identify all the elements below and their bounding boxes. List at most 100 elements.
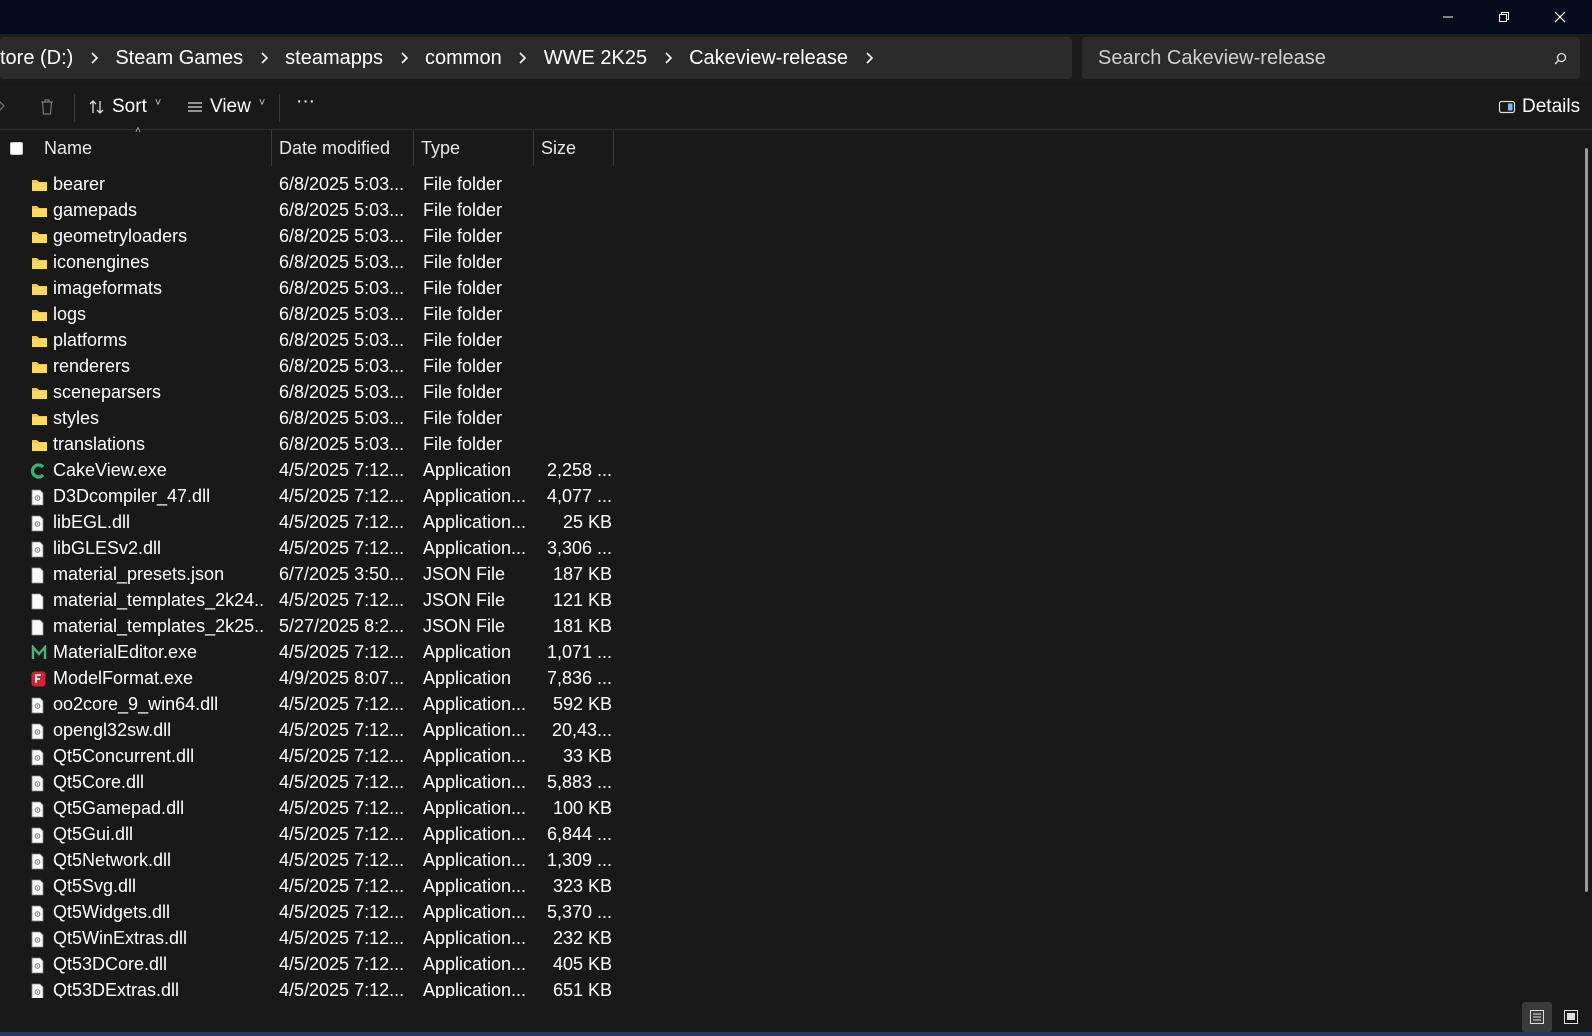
file-type: Application... (423, 772, 527, 792)
file-name: geometryloaders (53, 226, 188, 246)
file-date-modified: 4/5/2025 7:12... (279, 538, 405, 558)
file-size: 7,836 ... (546, 668, 612, 688)
more-options-button[interactable]: ··· (296, 87, 315, 117)
restore-button[interactable] (1476, 0, 1532, 34)
breadcrumb-item[interactable]: steamapps (279, 47, 389, 70)
file-row[interactable]: Qt5Widgets.dll 4/5/2025 7:12... Applicatio… (0, 900, 620, 926)
folder-icon (31, 279, 49, 299)
file-type: File folder (423, 252, 503, 272)
file-row[interactable]: D3Dcompiler_47.dll 4/5/2025 7:12... Applic… (0, 484, 620, 510)
file-name: material_templates_2k24... (53, 590, 263, 610)
file-row[interactable]: gamepads 6/8/2025 5:03... File folder (0, 198, 620, 224)
dll-file-icon (31, 981, 49, 998)
breadcrumb-item[interactable]: WWE 2K25 (538, 47, 653, 70)
file-name: oo2core_9_win64.dll (53, 694, 219, 714)
file-type: Application (423, 642, 512, 662)
file-row[interactable]: iconengines 6/8/2025 5:03... File folder (0, 250, 620, 276)
file-row[interactable]: ModelFormat.exe 4/9/2025 8:07... Applicati… (0, 666, 620, 692)
file-row[interactable]: libGLESv2.dll 4/5/2025 7:12... Application… (0, 536, 620, 562)
dll-file-icon (31, 539, 49, 559)
column-header-name[interactable]: Name (36, 130, 270, 166)
file-date-modified: 4/5/2025 7:12... (279, 980, 405, 998)
file-row[interactable]: libEGL.dll 4/5/2025 7:12... Application...… (0, 510, 620, 536)
chevron-right-icon[interactable] (249, 51, 279, 65)
file-row[interactable]: Qt5Svg.dll 4/5/2025 7:12... Application...… (0, 874, 620, 900)
chevron-right-icon[interactable] (854, 51, 884, 65)
file-row[interactable]: translations 6/8/2025 5:03... File folder (0, 432, 620, 458)
file-type: Application (423, 460, 512, 480)
file-type: File folder (423, 408, 503, 428)
more-icon: ··· (296, 91, 315, 112)
file-row[interactable]: Qt53DExtras.dll 4/5/2025 7:12... Applicati… (0, 978, 620, 998)
large-icons-view-button[interactable] (1556, 1002, 1586, 1032)
file-row[interactable]: Qt5Concurrent.dll 4/5/2025 7:12... Applica… (0, 744, 620, 770)
file-row[interactable]: Qt5Gamepad.dll 4/5/2025 7:12... Applicatio… (0, 796, 620, 822)
column-header-size[interactable]: Size (533, 130, 613, 166)
file-row[interactable]: Qt53DCore.dll 4/5/2025 7:12... Application… (0, 952, 620, 978)
file-row[interactable]: Qt5Gui.dll 4/5/2025 7:12... Application...… (0, 822, 620, 848)
file-row[interactable]: geometryloaders 6/8/2025 5:03... File fold… (0, 224, 620, 250)
file-type: Application... (423, 694, 527, 714)
details-button[interactable]: Details (1498, 92, 1580, 122)
breadcrumb-item[interactable]: common (419, 47, 508, 70)
file-row[interactable]: platforms 6/8/2025 5:03... File folder (0, 328, 620, 354)
breadcrumb-item[interactable]: Cakeview-release (683, 47, 854, 70)
file-icon (31, 565, 49, 585)
file-row[interactable]: logs 6/8/2025 5:03... File folder (0, 302, 620, 328)
column-header-date[interactable]: Date modified (271, 130, 413, 166)
file-list: bearer 6/8/2025 5:03... File folder gamepad… (0, 172, 1560, 998)
file-row[interactable]: material_presets.json 6/7/2025 3:50... JSO… (0, 562, 620, 588)
details-label: Details (1522, 96, 1581, 117)
file-row[interactable]: Qt5Network.dll 4/5/2025 7:12... Applicatio… (0, 848, 620, 874)
share-button[interactable] (0, 92, 6, 122)
file-row[interactable]: bearer 6/8/2025 5:03... File folder (0, 172, 620, 198)
file-row[interactable]: styles 6/8/2025 5:03... File folder (0, 406, 620, 432)
chevron-right-icon[interactable] (79, 51, 109, 65)
file-name: Qt5Core.dll (53, 772, 145, 792)
folder-icon (31, 409, 49, 429)
search-box[interactable]: Search Cakeview-release (1082, 37, 1580, 79)
close-button[interactable] (1532, 0, 1588, 34)
file-date-modified: 4/9/2025 8:07... (279, 668, 405, 688)
file-type: File folder (423, 434, 503, 454)
details-view-button[interactable] (1522, 1002, 1552, 1032)
search-input[interactable]: Search Cakeview-release (1098, 47, 1540, 70)
file-name: Qt5WinExtras.dll (53, 928, 188, 948)
breadcrumb-item[interactable]: Steam Games (109, 47, 249, 70)
minimize-button[interactable] (1420, 0, 1476, 34)
file-row[interactable]: material_templates_2k25... 5/27/2025 8:2.… (0, 614, 620, 640)
file-row[interactable]: Qt5WinExtras.dll 4/5/2025 7:12... Applicat… (0, 926, 620, 952)
file-row[interactable]: material_templates_2k24... 4/5/2025 7:12.… (0, 588, 620, 614)
file-name: Qt5Concurrent.dll (53, 746, 195, 766)
chevron-right-icon[interactable] (389, 51, 419, 65)
file-row[interactable]: opengl32sw.dll 4/5/2025 7:12... Applicatio… (0, 718, 620, 744)
breadcrumb[interactable]: tore (D:) Steam Games steamapps common WWE 2… (0, 37, 1072, 79)
file-row[interactable]: sceneparsers 6/8/2025 5:03... File folder (0, 380, 620, 406)
delete-button[interactable] (38, 92, 56, 122)
materialeditor-app-icon (31, 643, 49, 663)
file-date-modified: 4/5/2025 7:12... (279, 694, 405, 714)
search-icon[interactable] (1540, 52, 1580, 65)
file-row[interactable]: renderers 6/8/2025 5:03... File folder (0, 354, 620, 380)
file-row[interactable]: oo2core_9_win64.dll 4/5/2025 7:12... Appli… (0, 692, 620, 718)
chevron-right-icon[interactable] (653, 51, 683, 65)
chevron-right-icon[interactable] (508, 51, 538, 65)
file-icon (31, 617, 49, 637)
column-header-type[interactable]: Type (413, 130, 533, 166)
vertical-scrollbar[interactable] (1585, 148, 1588, 892)
file-type: Application... (423, 798, 527, 818)
breadcrumb-item[interactable]: tore (D:) (0, 47, 79, 70)
file-row[interactable]: Qt5Core.dll 4/5/2025 7:12... Application..… (0, 770, 620, 796)
file-type: Application... (423, 720, 527, 740)
dll-file-icon (31, 851, 49, 871)
file-type: File folder (423, 382, 503, 402)
file-row[interactable]: imageformats 6/8/2025 5:03... File folder (0, 276, 620, 302)
view-button[interactable]: View ˅ (186, 92, 265, 122)
file-row[interactable]: MaterialEditor.exe 4/5/2025 7:12... Applic… (0, 640, 620, 666)
file-row[interactable]: CakeView.exe 4/5/2025 7:12... Application 2… (0, 458, 620, 484)
sort-button[interactable]: Sort ˅ (88, 92, 161, 122)
column-divider[interactable] (613, 130, 614, 166)
file-name: opengl32sw.dll (53, 720, 172, 740)
folder-icon (31, 175, 49, 195)
file-name: ModelFormat.exe (53, 668, 194, 688)
